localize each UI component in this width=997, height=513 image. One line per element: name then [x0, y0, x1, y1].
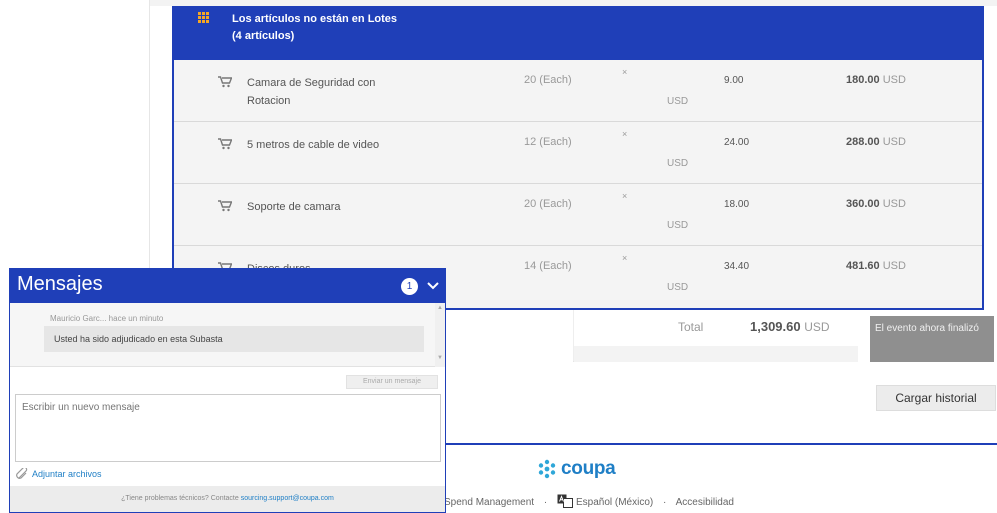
extended-currency: USD: [882, 136, 906, 148]
item-quantity: 14 (Each): [524, 260, 572, 272]
lot-header: Los artículos no están en Lotes (4 artíc…: [174, 8, 982, 60]
messages-title: Mensajes: [17, 273, 103, 295]
coupa-logo[interactable]: coupa: [536, 456, 616, 482]
item-quantity: 20 (Each): [524, 198, 572, 210]
item-name: 5 metros de cable de video: [247, 139, 380, 151]
multiply-sign: ×: [622, 191, 628, 201]
messages-panel: Mensajes 1 Mauricio Garc... hace un minu…: [9, 268, 446, 513]
send-message-button[interactable]: Enviar un mensaje: [346, 375, 438, 389]
unit-price: 24.00: [724, 137, 750, 148]
unit-price: 34.40: [724, 261, 750, 272]
support-text: ¿Tiene problemas técnicos? Contacte: [121, 495, 239, 502]
extended-currency: USD: [882, 198, 906, 210]
lot-title-line2: (4 artículos): [232, 30, 295, 42]
item-quantity: 20 (Each): [524, 74, 572, 86]
event-status-badge: El evento ahora finalizó: [870, 316, 994, 362]
extended-value: 288.00: [846, 136, 880, 148]
attach-files-label: Adjuntar archivos: [32, 469, 102, 479]
extended-price: 180.00 USD: [846, 74, 906, 86]
extended-value: 481.60: [846, 260, 880, 272]
multiply-sign: ×: [622, 67, 628, 77]
total-subrow: [574, 346, 858, 362]
total-currency: USD: [804, 320, 830, 334]
language-icon: [557, 494, 573, 508]
message-bubble: Usted ha sido adjudicado en esta Subasta: [44, 326, 424, 352]
thread-scrollbar[interactable]: ▲ ▼: [435, 303, 445, 367]
attach-files-link[interactable]: Adjuntar archivos: [15, 468, 102, 480]
chevron-down-icon[interactable]: [425, 279, 441, 293]
cart-icon: [218, 138, 232, 150]
cart-icon: [218, 76, 232, 88]
extended-price: 288.00 USD: [846, 136, 906, 148]
unit-currency: USD: [667, 220, 689, 231]
item-name: Soporte de camara: [247, 201, 341, 213]
footer-separator: ·: [543, 497, 548, 508]
table-row: Soporte de camara 20 (Each) × USD 18.00 …: [174, 184, 982, 246]
cart-icon: [218, 200, 232, 212]
unit-currency: USD: [667, 158, 689, 169]
spend-management-link[interactable]: Spend Management: [444, 497, 534, 508]
extended-value: 360.00: [846, 198, 880, 210]
total-value: 1,309.60 USD: [750, 319, 830, 334]
total-box: Total 1,309.60 USD: [573, 310, 858, 362]
message-thread: Mauricio Garc... hace un minuto Usted ha…: [10, 303, 445, 367]
unit-price: 18.00: [724, 199, 750, 210]
table-row: 5 metros de cable de video 12 (Each) × U…: [174, 122, 982, 184]
footer-separator: ·: [663, 497, 667, 508]
load-history-button[interactable]: Cargar historial: [876, 385, 996, 411]
scroll-up-icon[interactable]: ▲: [437, 305, 443, 311]
footer-links: Spend Management · Español (México) · Ac…: [444, 494, 734, 508]
page: Los artículos no están en Lotes (4 artíc…: [0, 0, 997, 513]
support-footer: ¿Tiene problemas técnicos? Contacte sour…: [10, 486, 445, 512]
total-label: Total: [678, 320, 704, 334]
support-email-link[interactable]: sourcing.support@coupa.com: [241, 495, 334, 502]
lot-title-line1: Los artículos no están en Lotes: [232, 13, 398, 25]
item-name: Camara de Seguridad con Rotacion: [247, 77, 376, 107]
language-link[interactable]: Español (México): [576, 497, 653, 508]
item-quantity: 12 (Each): [524, 136, 572, 148]
coupa-snowflake-icon: [538, 459, 556, 479]
lot-table: Los artículos no están en Lotes (4 artíc…: [172, 6, 984, 310]
total-amount: 1,309.60: [750, 319, 801, 334]
extended-price: 360.00 USD: [846, 198, 906, 210]
extended-currency: USD: [882, 74, 906, 86]
coupa-wordmark: coupa: [561, 458, 616, 479]
table-row: Camara de Seguridad con Rotacion 20 (Eac…: [174, 60, 982, 122]
paperclip-icon: [16, 468, 28, 479]
extended-value: 180.00: [846, 74, 880, 86]
extended-price: 481.60 USD: [846, 260, 906, 272]
messages-header[interactable]: Mensajes 1: [10, 269, 445, 303]
unit-currency: USD: [667, 282, 689, 293]
extended-currency: USD: [882, 260, 906, 272]
grid-icon: [198, 12, 210, 24]
accessibility-link[interactable]: Accesibilidad: [676, 497, 734, 508]
lot-title: Los artículos no están en Lotes (4 artíc…: [232, 11, 397, 45]
message-sender-meta: Mauricio Garc... hace un minuto: [50, 314, 164, 323]
unread-count-badge: 1: [401, 278, 418, 295]
new-message-input[interactable]: [15, 394, 441, 462]
unit-currency: USD: [667, 96, 689, 107]
unit-price: 9.00: [724, 75, 744, 86]
scroll-down-icon[interactable]: ▼: [437, 355, 443, 361]
multiply-sign: ×: [622, 253, 628, 263]
multiply-sign: ×: [622, 129, 628, 139]
